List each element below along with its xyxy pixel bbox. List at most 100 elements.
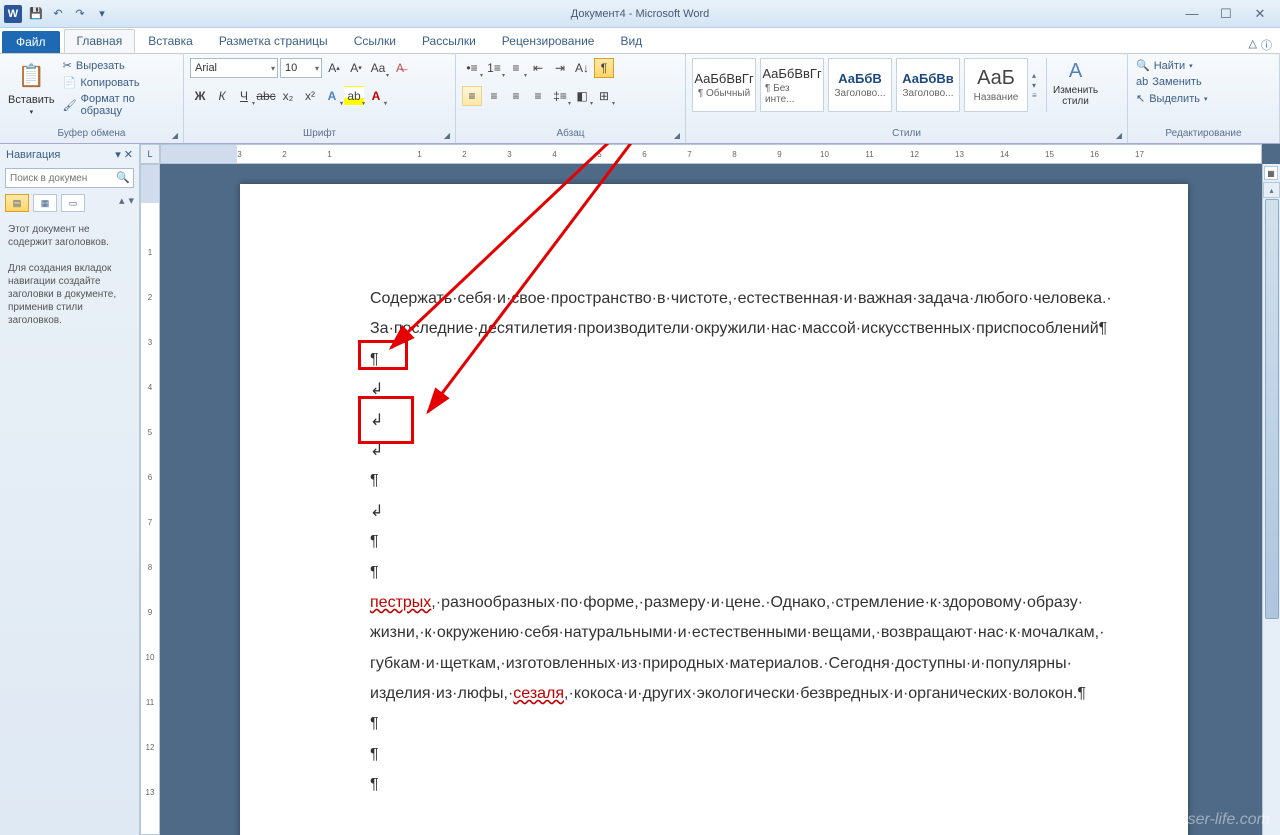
styles-more-icon[interactable]: ≡ xyxy=(1032,91,1042,100)
style-heading2[interactable]: АаБбВвЗаголово... xyxy=(896,58,960,112)
font-size-select[interactable]: 10 xyxy=(280,58,322,78)
style-normal[interactable]: АаБбВвГг¶ Обычный xyxy=(692,58,756,112)
change-styles-button[interactable]: A Изменить стили xyxy=(1046,58,1100,112)
text-line: жизни,·к·окружению·себя·натуральными·и·е… xyxy=(370,618,1120,648)
highlight-button[interactable]: ab▾ xyxy=(344,86,364,106)
shrink-font-button[interactable]: A▾ xyxy=(346,58,366,78)
style-heading1[interactable]: АаБбВЗаголово... xyxy=(828,58,892,112)
tab-insert[interactable]: Вставка xyxy=(135,29,206,53)
align-center-button[interactable]: ≡ xyxy=(484,86,504,106)
navigation-pane: Навигация ▾ ✕ 🔍 ▤ ▦ ▭ ▴ ▾ Этот документ … xyxy=(0,144,140,835)
tab-references[interactable]: Ссылки xyxy=(341,29,409,53)
styles-down-icon[interactable]: ▾ xyxy=(1032,81,1042,90)
line-spacing-button[interactable]: ‡≡▾ xyxy=(550,86,570,106)
styles-up-icon[interactable]: ▴ xyxy=(1032,71,1042,80)
nav-tab-pages[interactable]: ▦ xyxy=(33,194,57,212)
style-no-spacing[interactable]: АаБбВвГг ¶ Без инте... xyxy=(760,58,824,112)
help-icon[interactable]: ⓘ xyxy=(1261,37,1272,53)
file-tab[interactable]: Файл xyxy=(2,31,60,53)
cut-button[interactable]: ✂Вырезать xyxy=(61,58,177,73)
align-right-button[interactable]: ≡ xyxy=(506,86,526,106)
scroll-up-icon[interactable]: ▴ xyxy=(1263,182,1280,198)
grow-font-button[interactable]: A▴ xyxy=(324,58,344,78)
search-input[interactable] xyxy=(5,168,134,188)
clipboard-launcher-icon[interactable]: ◢ xyxy=(169,129,181,141)
select-button[interactable]: ↖Выделить▾ xyxy=(1134,91,1273,106)
close-button[interactable]: ✕ xyxy=(1246,5,1274,23)
vertical-scrollbar[interactable]: ▦ ▴ xyxy=(1262,164,1280,835)
nav-tab-headings[interactable]: ▤ xyxy=(5,194,29,212)
qat-more-icon[interactable]: ▾ xyxy=(92,4,112,24)
align-left-button[interactable]: ≡ xyxy=(462,86,482,106)
multilevel-list-button[interactable]: ≡▾ xyxy=(506,58,526,78)
text-line: изделия·из·люфы,· xyxy=(370,685,513,702)
save-icon[interactable]: 💾 xyxy=(26,4,46,24)
tab-home[interactable]: Главная xyxy=(64,29,136,53)
font-name-select[interactable]: Arial xyxy=(190,58,278,78)
replace-button[interactable]: abЗаменить xyxy=(1134,75,1273,89)
ribbon: 📋 Вставить ▾ ✂Вырезать 📄Копировать 🖌Форм… xyxy=(0,54,1280,144)
nav-dropdown-icon[interactable]: ▾ xyxy=(115,149,121,161)
copy-label: Копировать xyxy=(80,77,139,89)
styles-group-label: Стили xyxy=(692,126,1121,141)
vertical-ruler[interactable]: 12345678910111213 xyxy=(140,164,160,835)
style-title[interactable]: АаБНазвание xyxy=(964,58,1028,112)
nav-next-icon[interactable]: ▾ xyxy=(128,194,134,212)
maximize-button[interactable]: ☐ xyxy=(1212,5,1240,23)
font-color-button[interactable]: A▾ xyxy=(366,86,386,106)
style-name: Название xyxy=(974,92,1019,103)
tab-view[interactable]: Вид xyxy=(607,29,655,53)
numbering-button[interactable]: 1≡▾ xyxy=(484,58,504,78)
text-misspelled: сезаля xyxy=(513,685,564,702)
tab-mailings[interactable]: Рассылки xyxy=(409,29,489,53)
change-case-button[interactable]: Aa▾ xyxy=(368,58,388,78)
find-icon: 🔍 xyxy=(1136,59,1150,72)
styles-launcher-icon[interactable]: ◢ xyxy=(1113,129,1125,141)
subscript-button[interactable]: x₂ xyxy=(278,86,298,106)
undo-icon[interactable]: ↶ xyxy=(48,4,68,24)
decrease-indent-button[interactable]: ⇤ xyxy=(528,58,548,78)
paste-button[interactable]: 📋 Вставить ▾ xyxy=(6,58,57,118)
show-pilcrow-button[interactable]: ¶ xyxy=(594,58,614,78)
annotation-arrow-2 xyxy=(418,144,718,464)
ruler-toggle-icon[interactable]: ▦ xyxy=(1264,166,1278,180)
italic-button[interactable]: К xyxy=(212,86,232,106)
minimize-button[interactable]: — xyxy=(1178,5,1206,23)
paragraph-launcher-icon[interactable]: ◢ xyxy=(671,129,683,141)
clear-formatting-button[interactable]: A̶ xyxy=(390,58,410,78)
nav-prev-icon[interactable]: ▴ xyxy=(119,194,125,212)
superscript-button[interactable]: x² xyxy=(300,86,320,106)
increase-indent-button[interactable]: ⇥ xyxy=(550,58,570,78)
tab-page-layout[interactable]: Разметка страницы xyxy=(206,29,341,53)
style-name: ¶ Без инте... xyxy=(765,83,819,105)
cut-label: Вырезать xyxy=(76,60,125,72)
find-button[interactable]: 🔍Найти▾ xyxy=(1134,58,1273,73)
tab-selector[interactable]: L xyxy=(140,144,160,164)
search-icon[interactable]: 🔍 xyxy=(116,171,130,184)
bold-button[interactable]: Ж xyxy=(190,86,210,106)
shading-button[interactable]: ◧▾ xyxy=(572,86,592,106)
copy-button[interactable]: 📄Копировать xyxy=(61,75,177,90)
nav-search: 🔍 xyxy=(5,168,134,188)
paste-label: Вставить xyxy=(8,94,55,106)
redo-icon[interactable]: ↷ xyxy=(70,4,90,24)
nav-empty-message: Этот документ не содержит заголовков. Дл… xyxy=(0,215,139,335)
format-painter-button[interactable]: 🖌Формат по образцу xyxy=(61,92,177,118)
font-launcher-icon[interactable]: ◢ xyxy=(441,129,453,141)
nav-close-icon[interactable]: ✕ xyxy=(124,149,133,161)
tab-review[interactable]: Рецензирование xyxy=(489,29,608,53)
strikethrough-button[interactable]: abc xyxy=(256,86,276,106)
style-preview: АаБбВвГг xyxy=(762,66,821,81)
word-app-icon: W xyxy=(4,5,22,23)
ribbon-minimize-icon[interactable]: △ xyxy=(1249,37,1257,53)
justify-button[interactable]: ≡ xyxy=(528,86,548,106)
group-editing: 🔍Найти▾ abЗаменить ↖Выделить▾ Редактиров… xyxy=(1128,54,1280,143)
scroll-thumb[interactable] xyxy=(1265,199,1279,619)
bullets-button[interactable]: •≡▾ xyxy=(462,58,482,78)
borders-button[interactable]: ⊞▾ xyxy=(594,86,614,106)
select-icon: ↖ xyxy=(1136,92,1145,105)
sort-button[interactable]: A↓ xyxy=(572,58,592,78)
underline-button[interactable]: Ч▾ xyxy=(234,86,254,106)
text-effects-button[interactable]: A▾ xyxy=(322,86,342,106)
nav-tab-results[interactable]: ▭ xyxy=(61,194,85,212)
